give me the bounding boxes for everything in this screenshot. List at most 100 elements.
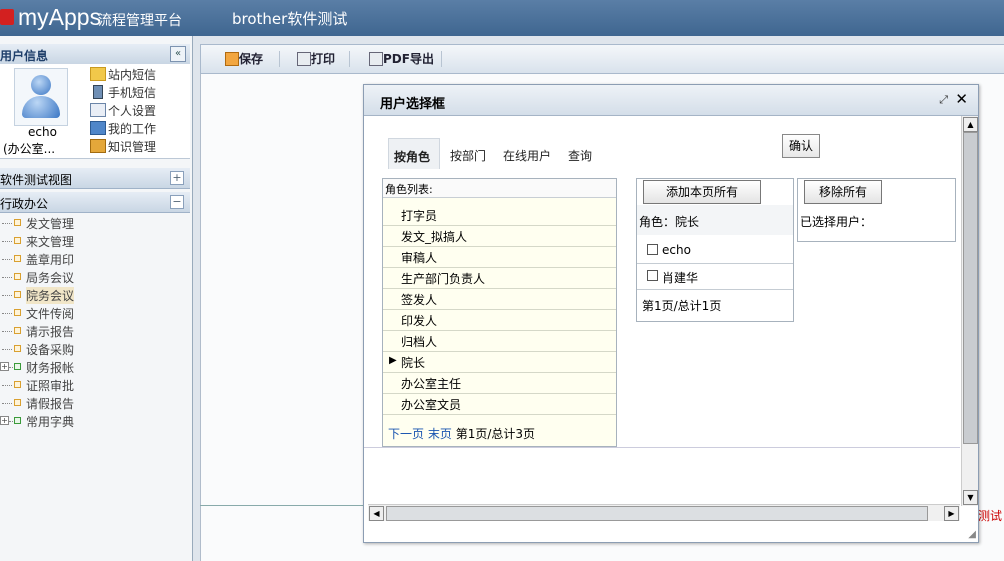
folder-icon — [14, 399, 21, 406]
scroll-left-icon[interactable]: ◀ — [369, 506, 384, 521]
collapse-icon[interactable]: − — [170, 195, 184, 209]
next-page-link[interactable]: 下一页 — [388, 427, 424, 441]
user-name: echo — [28, 125, 57, 139]
role-row[interactable]: 办公室文员 — [383, 393, 616, 415]
expand-node-icon[interactable]: + — [0, 416, 9, 425]
last-page-link[interactable]: 末页 — [428, 427, 452, 441]
logo-icon — [0, 9, 14, 25]
tree-item-institute-meeting[interactable]: 院务会议 — [0, 286, 190, 304]
role-row[interactable]: 签发人 — [383, 288, 616, 310]
scroll-up-icon[interactable]: ▲ — [963, 117, 978, 132]
tree-item-license-approval[interactable]: 证照审批 — [0, 376, 190, 394]
scroll-right-icon[interactable]: ▶ — [944, 506, 959, 521]
tree-item-equipment-purchase[interactable]: 设备采购 — [0, 340, 190, 358]
knowledge-icon — [90, 139, 106, 153]
add-all-on-page-button[interactable]: 添加本页所有 — [643, 180, 761, 204]
role-row[interactable]: 印发人 — [383, 309, 616, 331]
selected-arrow-icon: ▶ — [389, 355, 397, 366]
confirm-button[interactable]: 确认 — [782, 134, 820, 158]
selected-users-panel: 移除所有 已选择用户： — [797, 178, 956, 242]
user-row[interactable]: 肖建华 — [637, 263, 793, 290]
print-icon — [369, 52, 383, 66]
tree-item-finance-expense[interactable]: + 财务报帐 — [0, 358, 190, 376]
tree-item-bureau-meeting[interactable]: 局务会议 — [0, 268, 190, 286]
resize-grip-icon[interactable]: ◢ — [968, 529, 976, 540]
vertical-scrollbar[interactable]: ▲ ▼ — [961, 116, 978, 506]
role-row[interactable]: 归档人 — [383, 330, 616, 352]
vertical-scroll-thumb[interactable] — [963, 132, 978, 444]
tree-item-leave-report[interactable]: 请假报告 — [0, 394, 190, 412]
role-users-panel: 添加本页所有 角色：院长 echo 肖建华 第1页/总计1页 — [636, 178, 794, 322]
folder-icon — [14, 291, 21, 298]
user-org: (办公室... — [3, 142, 56, 156]
tree-item-common-dictionary[interactable]: + 常用字典 — [0, 412, 190, 430]
tab-search[interactable]: 查询 — [562, 138, 602, 168]
app-header: myApps 流程管理平台 brother软件测试 — [0, 0, 1004, 36]
settings-pen-icon — [90, 103, 106, 117]
role-row[interactable]: 生产部门负责人 — [383, 267, 616, 289]
tree-item-file-circulation[interactable]: 文件传阅 — [0, 304, 190, 322]
dialog-titlebar[interactable]: 用户选择框 ⤢ ✕ — [364, 85, 978, 116]
horizontal-scroll-thumb[interactable] — [386, 506, 928, 521]
role-row-selected[interactable]: ▶ 院长 — [383, 351, 616, 373]
role-row[interactable]: 发文_拟搞人 — [383, 225, 616, 247]
tree-item-seal-use[interactable]: 盖章用印 — [0, 250, 190, 268]
work-icon — [90, 121, 106, 135]
expand-node-icon[interactable]: + — [0, 362, 9, 371]
user-row[interactable]: echo — [637, 237, 793, 264]
user-select-dialog: 用户选择框 ⤢ ✕ 按角色 按部门 在线用户 查询 确认 角色列表: 打字员 发… — [363, 84, 979, 543]
folder-icon — [14, 381, 21, 388]
folder-icon — [14, 255, 21, 262]
scroll-down-icon[interactable]: ▼ — [963, 490, 978, 505]
tree-item-incoming-docs[interactable]: 来文管理 — [0, 232, 190, 250]
role-page-info: 第1页/总计3页 — [455, 427, 536, 441]
logo-subtitle: 流程管理平台 — [98, 13, 182, 29]
tree-item-request-report[interactable]: 请示报告 — [0, 322, 190, 340]
avatar-body-icon — [22, 96, 60, 118]
horizontal-scrollbar[interactable]: ◀ ▶ — [368, 504, 960, 521]
selection-tabs: 按角色 按部门 在线用户 查询 — [384, 138, 960, 169]
app-title: brother软件测试 — [232, 10, 348, 28]
save-icon — [225, 52, 239, 66]
content-divider — [200, 505, 366, 506]
print-icon — [297, 52, 311, 66]
main-toolbar: 保存 打印 PDF导出 — [200, 44, 1004, 74]
current-role-label: 角色：院长 — [637, 205, 793, 235]
section-admin-office[interactable]: 行政办公 − — [0, 192, 190, 213]
avatar — [14, 68, 68, 126]
envelope-icon — [90, 67, 106, 81]
tab-by-department[interactable]: 按部门 — [444, 138, 492, 168]
mobile-icon — [93, 85, 103, 99]
collapse-panel-icon[interactable]: « — [170, 46, 186, 62]
expand-icon[interactable]: + — [170, 171, 184, 185]
selected-users-label: 已选择用户： — [800, 215, 873, 229]
user-info-header: 用户信息 « — [0, 44, 190, 65]
maximize-icon[interactable]: ⤢ — [939, 93, 948, 107]
remove-all-button[interactable]: 移除所有 — [804, 180, 882, 204]
role-row[interactable]: 打字员 — [383, 204, 616, 226]
role-row[interactable]: 办公室主任 — [383, 372, 616, 394]
logo-text: myApps — [18, 4, 102, 30]
tree-item-outgoing-docs[interactable]: 发文管理 — [0, 214, 190, 232]
tab-by-role[interactable]: 按角色 — [388, 138, 440, 169]
tab-online-users[interactable]: 在线用户 — [496, 138, 556, 168]
users-page-info: 第1页/总计1页 — [642, 299, 722, 313]
user-checkbox[interactable] — [647, 244, 658, 255]
user-checkbox[interactable] — [647, 270, 658, 281]
folder-icon — [14, 417, 21, 424]
user-info-box: echo (办公室... 站内短信 手机短信 个人设置 我的工作 知识管理 — [0, 64, 190, 159]
role-pager: 下一页 末页 第1页/总计3页 — [388, 425, 535, 442]
folder-icon — [14, 345, 21, 352]
user-info-title: 用户信息 — [0, 49, 49, 63]
dialog-body: 按角色 按部门 在线用户 查询 确认 角色列表: 打字员 发文_拟搞人 审稿人 … — [364, 116, 960, 504]
folder-icon — [14, 273, 21, 280]
role-row[interactable]: 审稿人 — [383, 246, 616, 268]
background-red-text: 测试 — [978, 509, 1003, 523]
folder-icon — [14, 219, 21, 226]
close-icon[interactable]: ✕ — [955, 90, 968, 108]
folder-icon — [14, 327, 21, 334]
folder-icon — [14, 309, 21, 316]
role-list: 角色列表: 打字员 发文_拟搞人 审稿人 生产部门负责人 签发人 印发人 归档人… — [382, 178, 617, 447]
section-software-test-view[interactable]: 软件测试视图 + — [0, 168, 190, 189]
role-list-header: 角色列表: — [383, 179, 616, 198]
